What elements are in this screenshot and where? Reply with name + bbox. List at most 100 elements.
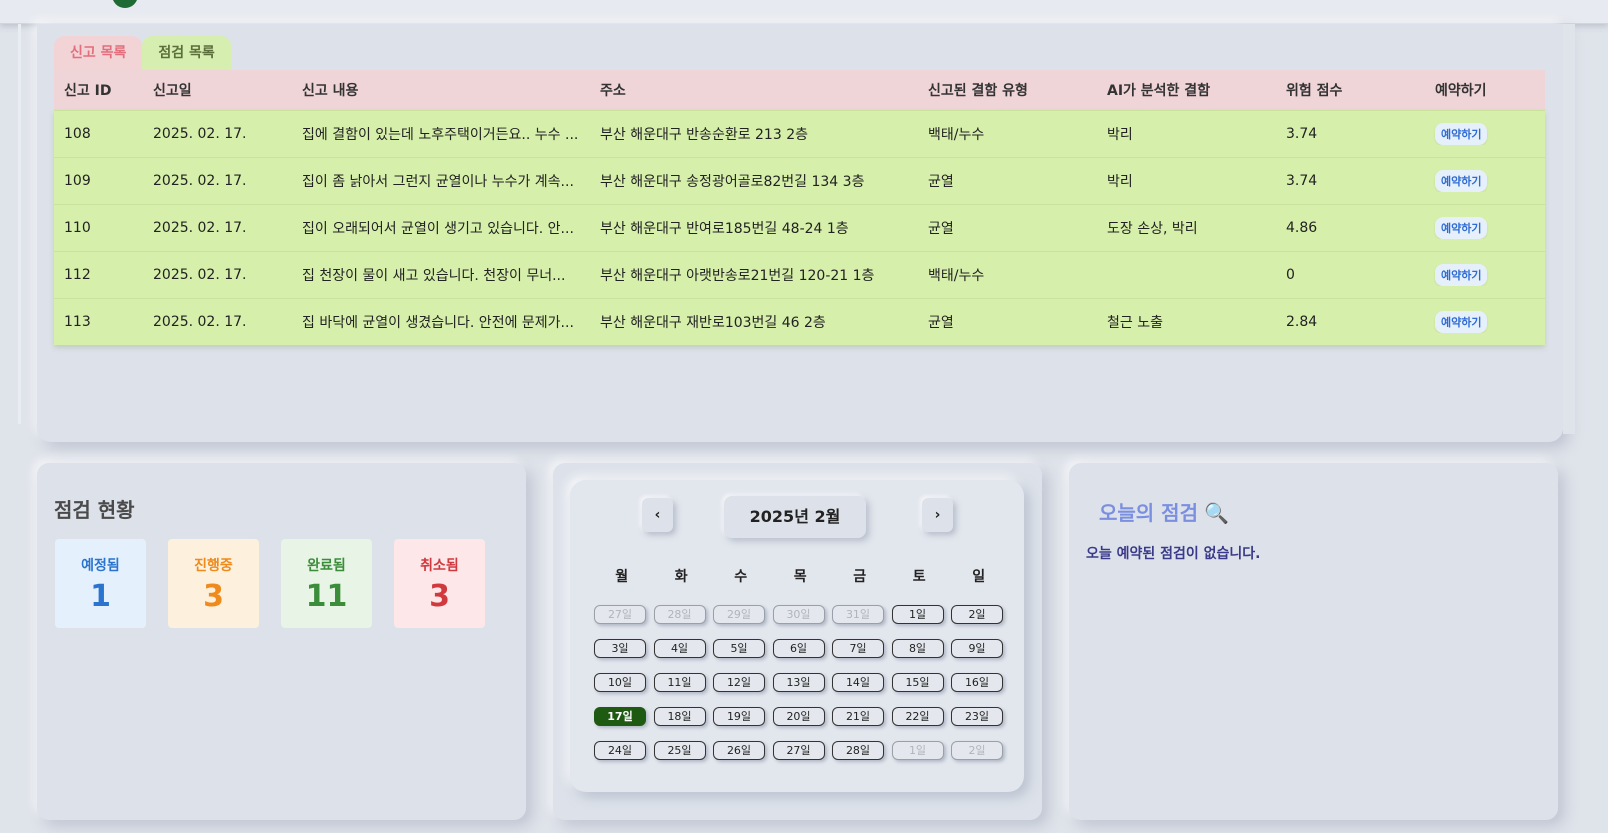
cell-id: 112 xyxy=(64,267,91,283)
calendar-day-today[interactable]: 17일 xyxy=(594,707,646,726)
calendar-day[interactable]: 4일 xyxy=(653,639,706,658)
calendar-day[interactable]: 15일 xyxy=(891,673,944,692)
weekday-label: 화 xyxy=(674,569,688,585)
table-row[interactable]: 108 2025. 02. 17. 집에 결함이 있는데 노후주택이거든요.. … xyxy=(54,110,1545,157)
tab-inspection-list[interactable]: 점검 목록 xyxy=(142,36,231,70)
cell-ai-defect: 박리 xyxy=(1107,127,1133,143)
calendar-day[interactable]: 9일 xyxy=(951,639,1003,658)
report-table: 신고 ID 신고일 신고 내용 주소 신고된 결함 유형 AI가 분석한 결함 … xyxy=(54,70,1545,345)
header-reported-type: 신고된 결함 유형 xyxy=(928,83,1028,99)
stat-label: 완료됨 xyxy=(307,558,346,574)
cell-reported-type: 균열 xyxy=(928,315,954,331)
book-button[interactable]: 예약하기 xyxy=(1435,217,1488,239)
book-button[interactable]: 예약하기 xyxy=(1435,311,1488,333)
calendar-day[interactable]: 2일 xyxy=(951,741,1003,760)
calendar-days: 27일 28일 29일 30일 31일 1일 2일 3일 4일 5일 6일 7일 8일 9일 10일 11일 1… xyxy=(594,605,1014,760)
cell-booking: 예약하기 xyxy=(1425,311,1545,333)
cell-booking: 예약하기 xyxy=(1425,264,1545,286)
report-list-card: 신고 목록 점검 목록 신고 ID 신고일 신고 내용 주소 신고된 결함 유형… xyxy=(37,24,1563,442)
calendar-day[interactable]: 19일 xyxy=(713,707,765,726)
stat-cancelled[interactable]: 취소됨 3 xyxy=(394,539,485,628)
tab-report-list[interactable]: 신고 목록 xyxy=(54,36,143,70)
calendar-day[interactable]: 13일 xyxy=(772,673,825,692)
calendar-day[interactable]: 25일 xyxy=(653,741,706,760)
calendar-day[interactable]: 27일 xyxy=(594,605,646,624)
cell-booking: 예약하기 xyxy=(1425,123,1545,145)
calendar-day[interactable]: 6일 xyxy=(772,639,825,658)
calendar-day[interactable]: 29일 xyxy=(713,605,765,624)
logo-text xyxy=(160,0,320,4)
stat-in-progress[interactable]: 진행중 3 xyxy=(168,539,259,628)
calendar-day[interactable]: 30일 xyxy=(772,605,825,624)
calendar-day[interactable]: 5일 xyxy=(713,639,765,658)
calendar-day[interactable]: 2일 xyxy=(951,605,1003,624)
right-edge xyxy=(1563,24,1575,434)
calendar-day[interactable]: 11일 xyxy=(653,673,706,692)
left-edge xyxy=(18,24,21,424)
top-header xyxy=(0,0,1608,24)
cell-content: 집이 좀 낡아서 그런지 균열이나 누수가 계속... xyxy=(302,174,574,190)
cell-reported-type: 백태/누수 xyxy=(928,127,985,143)
calendar-day[interactable]: 24일 xyxy=(594,741,646,760)
cell-date: 2025. 02. 17. xyxy=(153,314,247,330)
today-empty-message: 오늘 예약된 점검이 없습니다. xyxy=(1086,546,1261,562)
stat-count: 3 xyxy=(203,579,224,614)
header-address: 주소 xyxy=(600,83,626,99)
calendar-day[interactable]: 20일 xyxy=(772,707,825,726)
calendar-day[interactable]: 28일 xyxy=(653,605,706,624)
cell-address: 부산 해운대구 재반로103번길 46 2층 xyxy=(600,315,826,331)
calendar-day[interactable]: 16일 xyxy=(951,673,1003,692)
inspection-status-card: 점검 현황 예정됨 1 진행중 3 완료됨 11 취소됨 3 xyxy=(37,463,526,820)
calendar-day[interactable]: 23일 xyxy=(951,707,1003,726)
weekday-label: 일 xyxy=(972,569,986,585)
book-button[interactable]: 예약하기 xyxy=(1435,123,1488,145)
header-report-date: 신고일 xyxy=(153,83,192,99)
calendar-day[interactable]: 3일 xyxy=(594,639,646,658)
calendar-day[interactable]: 28일 xyxy=(832,741,884,760)
calendar-day[interactable]: 31일 xyxy=(832,605,884,624)
book-button[interactable]: 예약하기 xyxy=(1435,264,1488,286)
table-row[interactable]: 109 2025. 02. 17. 집이 좀 낡아서 그런지 균열이나 누수가 … xyxy=(54,157,1545,204)
stat-scheduled[interactable]: 예정됨 1 xyxy=(55,539,146,628)
calendar: ‹ 2025년 2월 › 월 화 수 목 금 토 일 27일 28일 29일 30일 3… xyxy=(570,480,1024,792)
stat-completed[interactable]: 완료됨 11 xyxy=(281,539,372,628)
calendar-day[interactable]: 27일 xyxy=(772,741,825,760)
calendar-day[interactable]: 10일 xyxy=(594,673,646,692)
calendar-day[interactable]: 1일 xyxy=(891,605,944,624)
header-booking: 예약하기 xyxy=(1435,83,1487,99)
header-report-id: 신고 ID xyxy=(64,83,112,99)
calendar-card: ‹ 2025년 2월 › 월 화 수 목 금 토 일 27일 28일 29일 30일 3… xyxy=(553,463,1042,820)
calendar-day[interactable]: 21일 xyxy=(832,707,884,726)
prev-month-button[interactable]: ‹ xyxy=(642,498,673,532)
today-title: 오늘의 점검 🔍 xyxy=(1099,497,1229,526)
calendar-day[interactable]: 14일 xyxy=(832,673,884,692)
calendar-day[interactable]: 12일 xyxy=(713,673,765,692)
chevron-right-icon: › xyxy=(934,507,941,523)
weekday-label: 월 xyxy=(615,569,629,585)
cell-content: 집이 오래되어서 균열이 생기고 있습니다. 안... xyxy=(302,221,574,237)
table-row[interactable]: 112 2025. 02. 17. 집 천장이 물이 새고 있습니다. 천장이 … xyxy=(54,251,1545,298)
cell-content: 집 바닥에 균열이 생겼습니다. 안전에 문제가... xyxy=(302,315,574,331)
status-title: 점검 현황 xyxy=(54,498,135,522)
table-row[interactable]: 110 2025. 02. 17. 집이 오래되어서 균열이 생기고 있습니다.… xyxy=(54,204,1545,251)
cell-reported-type: 백태/누수 xyxy=(928,268,985,284)
next-month-button[interactable]: › xyxy=(922,498,953,532)
cell-id: 110 xyxy=(64,220,91,236)
book-button[interactable]: 예약하기 xyxy=(1435,170,1488,192)
calendar-day[interactable]: 7일 xyxy=(832,639,884,658)
calendar-day[interactable]: 26일 xyxy=(713,741,765,760)
today-title-text: 오늘의 점검 xyxy=(1099,501,1198,525)
calendar-day[interactable]: 18일 xyxy=(653,707,706,726)
calendar-day[interactable]: 8일 xyxy=(891,639,944,658)
cell-id: 113 xyxy=(64,314,91,330)
cell-ai-defect: 도장 손상, 박리 xyxy=(1107,221,1198,237)
cell-risk-score: 3.74 xyxy=(1286,126,1318,142)
chevron-left-icon: ‹ xyxy=(654,507,661,523)
calendar-day[interactable]: 1일 xyxy=(891,741,944,760)
cell-address: 부산 해운대구 반여로185번길 48-24 1층 xyxy=(600,221,849,237)
cell-reported-type: 균열 xyxy=(928,221,954,237)
cell-risk-score: 3.74 xyxy=(1286,173,1318,189)
calendar-day[interactable]: 22일 xyxy=(891,707,944,726)
table-row[interactable]: 113 2025. 02. 17. 집 바닥에 균열이 생겼습니다. 안전에 문… xyxy=(54,298,1545,345)
magnifier-icon: 🔍 xyxy=(1203,501,1229,525)
